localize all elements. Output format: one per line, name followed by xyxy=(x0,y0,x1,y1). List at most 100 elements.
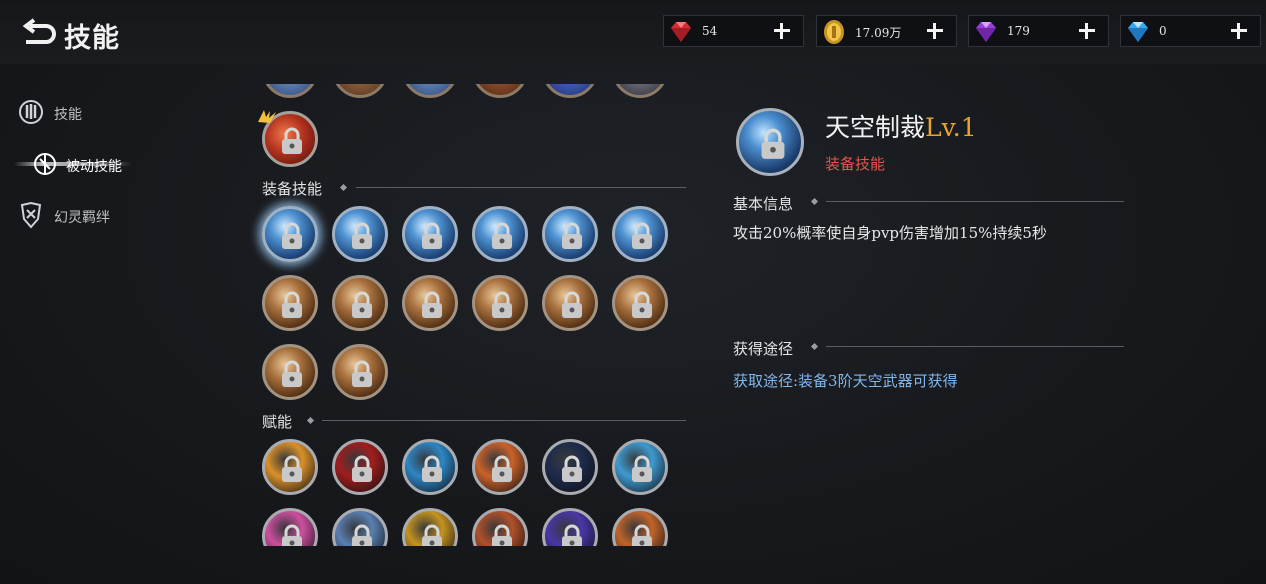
skill-icon[interactable] xyxy=(402,275,458,331)
lock-icon xyxy=(422,455,442,482)
skill-icon[interactable] xyxy=(612,439,668,495)
red-gem-icon xyxy=(667,18,695,46)
skill-icon[interactable] xyxy=(472,508,528,546)
lock-icon xyxy=(352,222,372,249)
skill-icon[interactable] xyxy=(262,84,318,98)
obtain-text: 获取途径:装备3阶天空武器可获得 xyxy=(733,372,958,390)
skill-icon[interactable] xyxy=(402,508,458,546)
skill-icon[interactable] xyxy=(402,84,458,98)
skill-type: 装备技能 xyxy=(825,155,886,173)
skill-list[interactable]: 装备技能 赋能 xyxy=(250,84,700,546)
gold-coin-icon xyxy=(820,18,848,46)
skill-icon[interactable] xyxy=(542,84,598,98)
lock-icon xyxy=(422,524,442,546)
skill-icon[interactable] xyxy=(262,439,318,495)
add-diamond-button[interactable] xyxy=(1226,17,1252,45)
basic-info-title: 基本信息 xyxy=(733,195,794,213)
lock-icon xyxy=(282,127,302,154)
section-divider xyxy=(322,420,686,421)
sidebar-item-label: 技能 xyxy=(54,107,82,123)
lock-icon xyxy=(282,291,302,318)
skill-icon[interactable] xyxy=(542,275,598,331)
lock-icon xyxy=(422,291,442,318)
skill-icon[interactable] xyxy=(262,206,318,262)
lock-icon xyxy=(282,524,302,546)
selected-skill-icon xyxy=(736,108,804,176)
currency-value: 0 xyxy=(1159,24,1167,38)
lock-icon xyxy=(422,222,442,249)
section-title: 装备技能 xyxy=(262,180,323,198)
currency-value: 54 xyxy=(702,24,718,38)
lock-icon xyxy=(761,128,785,159)
lock-icon xyxy=(632,291,652,318)
divider-dot xyxy=(306,416,315,425)
basic-info-text: 攻击20%概率使自身pvp伤害增加15%持续5秒 xyxy=(733,224,1047,242)
lock-icon xyxy=(632,222,652,249)
section-divider xyxy=(826,201,1124,202)
skill-icon[interactable] xyxy=(402,206,458,262)
skill-icon[interactable] xyxy=(262,275,318,331)
skill-icon[interactable] xyxy=(542,206,598,262)
lock-icon xyxy=(632,455,652,482)
flame-badge-icon xyxy=(256,108,278,124)
skill-icon[interactable] xyxy=(332,84,388,98)
skill-name: 天空制裁Lv.1 xyxy=(825,108,977,144)
divider-dot xyxy=(339,183,348,192)
skill-icon[interactable] xyxy=(402,439,458,495)
lock-icon xyxy=(562,291,582,318)
skill-icon[interactable] xyxy=(542,508,598,546)
lock-icon xyxy=(282,222,302,249)
lock-icon xyxy=(492,524,512,546)
skill-icon[interactable] xyxy=(612,84,668,98)
skill-icon[interactable] xyxy=(332,344,388,400)
page-title: 技能 xyxy=(64,23,120,54)
spirit-bond-icon xyxy=(16,201,46,229)
skill-name-text: 天空制裁 xyxy=(825,113,926,142)
section-divider xyxy=(356,187,686,188)
skill-icon[interactable] xyxy=(472,84,528,98)
lock-icon xyxy=(562,524,582,546)
currency-value: 17.09万 xyxy=(855,26,902,40)
skill-icon[interactable] xyxy=(332,275,388,331)
obtain-title: 获得途径 xyxy=(733,340,794,358)
lock-icon xyxy=(562,222,582,249)
add-ruby-button[interactable] xyxy=(769,17,795,45)
skill-icon[interactable] xyxy=(612,275,668,331)
section-divider xyxy=(826,346,1124,347)
skill-icon[interactable] xyxy=(332,439,388,495)
currency-amethyst: 179 xyxy=(968,15,1109,47)
purple-gem-icon xyxy=(972,18,1000,46)
divider-dot xyxy=(810,342,819,351)
divider-dot xyxy=(810,197,819,206)
currency-gold: 17.09万 xyxy=(816,15,957,47)
sidebar-item-label: 幻灵羁绊 xyxy=(54,210,110,226)
lock-icon xyxy=(352,455,372,482)
skill-icon[interactable] xyxy=(612,508,668,546)
add-gold-button[interactable] xyxy=(922,17,948,45)
skill-icon[interactable] xyxy=(262,508,318,546)
skill-icon[interactable] xyxy=(472,206,528,262)
add-amethyst-button[interactable] xyxy=(1074,17,1100,45)
skill-emblem-icon xyxy=(16,98,46,126)
lock-icon xyxy=(492,291,512,318)
skill-icon[interactable] xyxy=(612,206,668,262)
skill-icon[interactable] xyxy=(542,439,598,495)
lock-icon xyxy=(562,455,582,482)
currency-diamond: 0 xyxy=(1120,15,1261,47)
skill-level: Lv.1 xyxy=(925,113,977,142)
lock-icon xyxy=(632,524,652,546)
sidebar-item-label: 被动技能 xyxy=(66,159,122,175)
lock-icon xyxy=(352,291,372,318)
back-arrow-icon[interactable] xyxy=(20,18,60,52)
skill-icon[interactable] xyxy=(472,439,528,495)
passive-skill-icon xyxy=(30,150,60,178)
lock-icon xyxy=(492,222,512,249)
skill-icon[interactable] xyxy=(472,275,528,331)
skill-icon[interactable] xyxy=(262,344,318,400)
lock-icon xyxy=(352,524,372,546)
currency-value: 179 xyxy=(1007,24,1030,38)
section-title: 赋能 xyxy=(262,413,293,431)
lock-icon xyxy=(492,455,512,482)
skill-icon[interactable] xyxy=(332,508,388,546)
skill-icon[interactable] xyxy=(332,206,388,262)
